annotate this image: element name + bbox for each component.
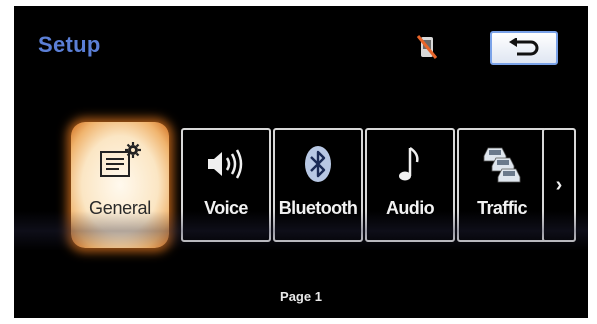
next-items-button[interactable]: › — [542, 128, 576, 242]
chevron-right-icon: › — [555, 173, 563, 196]
page-title: Setup — [38, 32, 101, 57]
speaker-icon — [208, 149, 243, 179]
setup-menu-row: General Voice Bluetooth Audio Traffic › — [71, 122, 588, 248]
menu-tile-traffic[interactable]: Traffic — [457, 128, 547, 242]
mute-phone-icon — [416, 35, 438, 59]
page-indicator: Page 1 — [280, 289, 322, 304]
menu-tile-label: Audio — [386, 198, 435, 218]
menu-tile-audio[interactable]: Audio — [365, 128, 455, 242]
menu-tile-label: Traffic — [477, 198, 527, 218]
menu-tile-bluetooth[interactable]: Bluetooth — [273, 128, 363, 242]
bluetooth-icon — [305, 146, 331, 182]
general-settings-icon — [100, 142, 141, 177]
menu-tile-label: Voice — [204, 198, 248, 218]
traffic-cars-icon — [483, 147, 521, 183]
menu-tile-general[interactable]: General — [71, 122, 169, 248]
setup-screen: Setup General Voice Bluetooth Audio Traf… — [14, 6, 588, 318]
return-arrow-icon — [509, 38, 539, 56]
menu-tile-voice[interactable]: Voice — [181, 128, 271, 242]
music-note-icon — [399, 146, 419, 181]
menu-tile-label: General — [89, 198, 151, 218]
back-button[interactable] — [490, 31, 558, 65]
menu-tile-label: Bluetooth — [278, 198, 358, 218]
